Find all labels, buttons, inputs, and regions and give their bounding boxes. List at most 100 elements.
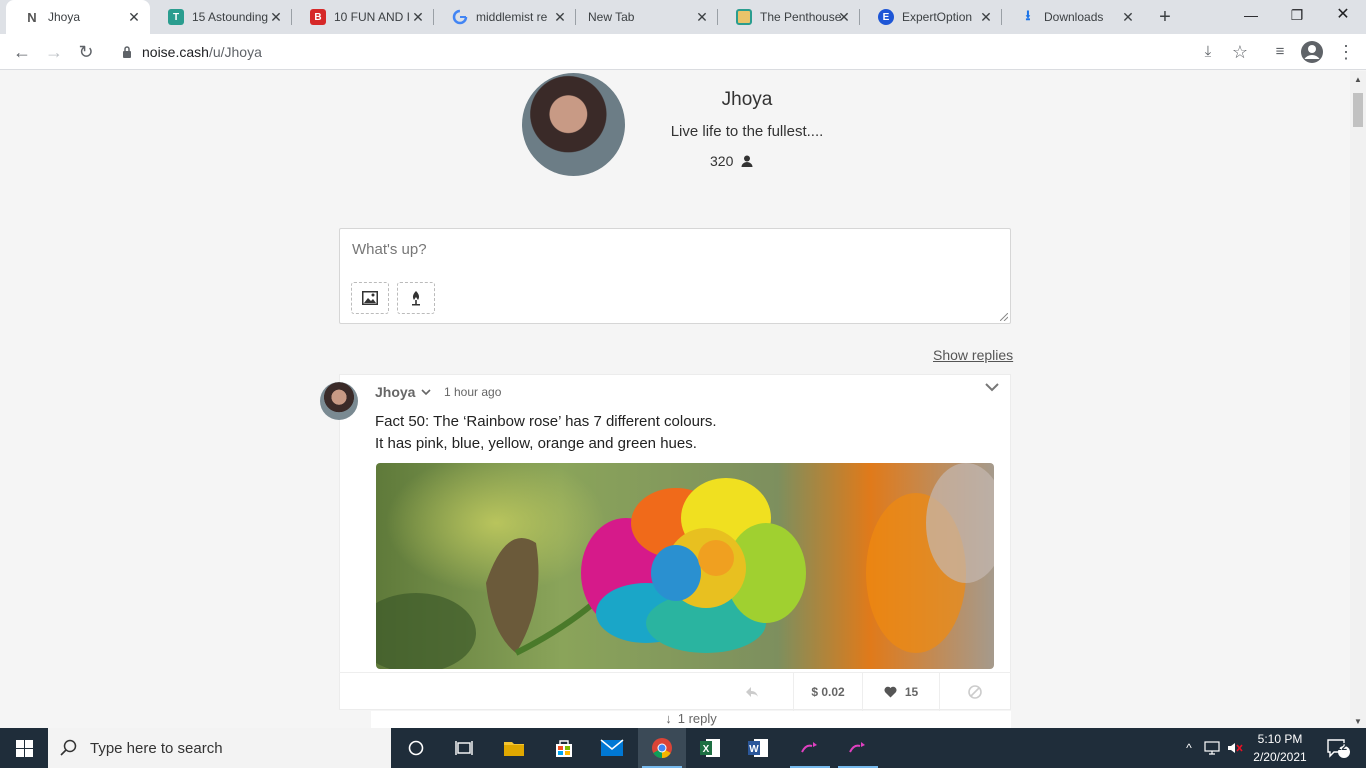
replies-toggle[interactable]: ↓ 1 reply — [371, 711, 1011, 728]
followers-number: 320 — [710, 153, 734, 169]
show-hidden-icons-button[interactable]: ^ — [1178, 728, 1200, 768]
post-author-avatar[interactable] — [320, 382, 358, 420]
resize-handle-icon[interactable] — [1000, 313, 1008, 321]
taskbar-search-box[interactable]: Type here to search — [48, 728, 391, 768]
lock-icon — [123, 46, 131, 58]
person-icon — [741, 155, 753, 167]
block-button[interactable] — [940, 673, 1010, 711]
tab-label: ExpertOption — [902, 10, 973, 24]
post-line-1: Fact 50: The ‘Rainbow rose’ has 7 differ… — [375, 413, 717, 430]
word-icon: W — [748, 739, 768, 757]
rainbow-rose-image[interactable] — [376, 463, 994, 669]
site-favicon-icon: B — [310, 9, 326, 25]
excel-icon: X — [700, 739, 720, 757]
volume-muted-icon[interactable] — [1224, 728, 1246, 768]
post-options-button[interactable] — [984, 380, 1000, 398]
scroll-up-icon[interactable]: ▲ — [1354, 75, 1362, 84]
back-button[interactable]: ← — [10, 40, 34, 64]
network-icon[interactable] — [1200, 728, 1224, 768]
clock-time: 5:10 PM — [1257, 732, 1303, 746]
tip-amount: $ 0.02 — [811, 685, 845, 699]
scroll-down-icon[interactable]: ▼ — [1354, 717, 1362, 726]
tab-downloads[interactable]: ⭳ Downloads ✕ — [1002, 0, 1144, 34]
windows-logo-icon — [15, 739, 33, 757]
tab-middlemist[interactable]: middlemist re ✕ — [434, 0, 576, 34]
file-explorer-button[interactable] — [490, 728, 538, 768]
close-tab-icon[interactable]: ✕ — [410, 9, 426, 25]
tab-jhoya[interactable]: N Jhoya ✕ — [6, 0, 150, 34]
install-app-icon[interactable]: ⤓ — [1196, 40, 1220, 64]
site-favicon-icon — [736, 9, 752, 25]
tab-new-tab[interactable]: New Tab ✕ — [576, 0, 718, 34]
profile-avatar[interactable] — [522, 73, 625, 176]
task-view-button[interactable] — [440, 728, 488, 768]
cortana-button[interactable] — [392, 728, 440, 768]
word-button[interactable]: W — [734, 728, 782, 768]
bitcoin-cash-icon — [412, 291, 420, 306]
arrow-down-icon: ↓ — [665, 711, 672, 726]
task-view-icon — [455, 741, 473, 755]
forward-button[interactable]: → — [42, 40, 66, 64]
followers-count[interactable]: 320 — [710, 153, 753, 169]
add-bch-button[interactable] — [397, 282, 435, 314]
page-scrollbar[interactable]: ▲ ▼ — [1350, 71, 1366, 728]
post-author[interactable]: Jhoya — [375, 384, 432, 400]
post-composer[interactable]: What's up? — [339, 228, 1011, 324]
reply-button[interactable] — [709, 673, 795, 711]
minimize-button[interactable]: — — [1228, 0, 1274, 30]
chrome-taskbar-button[interactable] — [638, 728, 686, 768]
post-body: Fact 50: The ‘Rainbow rose’ has 7 differ… — [375, 411, 717, 455]
close-tab-icon[interactable]: ✕ — [126, 9, 142, 25]
post-timestamp[interactable]: 1 hour ago — [444, 385, 501, 399]
close-tab-icon[interactable]: ✕ — [836, 9, 852, 25]
bookmark-star-icon[interactable]: ☆ — [1228, 40, 1252, 64]
like-button[interactable]: 15 — [863, 673, 939, 711]
app-button-2[interactable] — [834, 728, 882, 768]
taskbar-clock[interactable]: 5:10 PM 2/20/2021 — [1246, 730, 1314, 766]
cortana-circle-icon — [408, 740, 424, 756]
tab-penthouse[interactable]: The Penthouse ✕ — [718, 0, 860, 34]
restore-button[interactable]: ❐ — [1274, 0, 1320, 30]
profile-bio: Live life to the fullest.... — [670, 123, 824, 140]
app-arrows-icon — [801, 742, 817, 753]
tab-fun-and[interactable]: B 10 FUN AND I ✕ — [292, 0, 434, 34]
store-button[interactable] — [540, 728, 588, 768]
svg-text:W: W — [749, 744, 759, 755]
action-center-button[interactable]: 12 — [1318, 728, 1358, 768]
url-host: noise.cash — [142, 44, 209, 60]
excel-button[interactable]: X — [686, 728, 734, 768]
post-actions: $ 0.02 15 — [339, 672, 1011, 711]
replies-label: 1 reply — [677, 711, 717, 726]
post-author-name: Jhoya — [375, 384, 416, 400]
profile-name: Jhoya — [721, 89, 773, 110]
app-button-1[interactable] — [786, 728, 834, 768]
tab-label: Downloads — [1044, 10, 1104, 24]
tip-button[interactable]: $ 0.02 — [794, 673, 862, 711]
add-image-button[interactable] — [351, 282, 389, 314]
new-tab-button[interactable]: + — [1154, 6, 1176, 28]
start-button[interactable] — [0, 728, 48, 768]
profile-avatar-icon[interactable] — [1300, 40, 1324, 64]
tab-label: middlemist re — [476, 10, 548, 24]
chrome-icon — [652, 738, 672, 759]
search-placeholder: Type here to search — [90, 739, 223, 757]
mail-button[interactable] — [588, 728, 636, 768]
tab-label: 15 Astounding — [192, 10, 269, 24]
browser-toolbar: ← → ↻ noise.cash/u/Jhoya ⤓ ☆ ≡ ⋮ — [0, 34, 1366, 70]
media-control-icon[interactable]: ≡ — [1268, 40, 1292, 64]
browser-menu-icon[interactable]: ⋮ — [1334, 40, 1358, 64]
close-tab-icon[interactable]: ✕ — [552, 9, 568, 25]
tab-expertoption[interactable]: E ExpertOption ✕ — [860, 0, 1002, 34]
tab-astounding[interactable]: T 15 Astounding ✕ — [150, 0, 292, 34]
scrollbar-thumb[interactable] — [1353, 93, 1363, 127]
close-window-button[interactable]: ✕ — [1320, 0, 1366, 30]
close-tab-icon[interactable]: ✕ — [978, 9, 994, 25]
google-favicon-icon — [452, 9, 468, 25]
reload-button[interactable]: ↻ — [74, 40, 98, 64]
close-tab-icon[interactable]: ✕ — [694, 9, 710, 25]
close-tab-icon[interactable]: ✕ — [1120, 9, 1136, 25]
close-tab-icon[interactable]: ✕ — [268, 9, 284, 25]
show-replies-link[interactable]: Show replies — [933, 347, 1013, 363]
address-bar[interactable]: noise.cash/u/Jhoya — [108, 37, 1258, 67]
folder-icon — [504, 742, 524, 756]
